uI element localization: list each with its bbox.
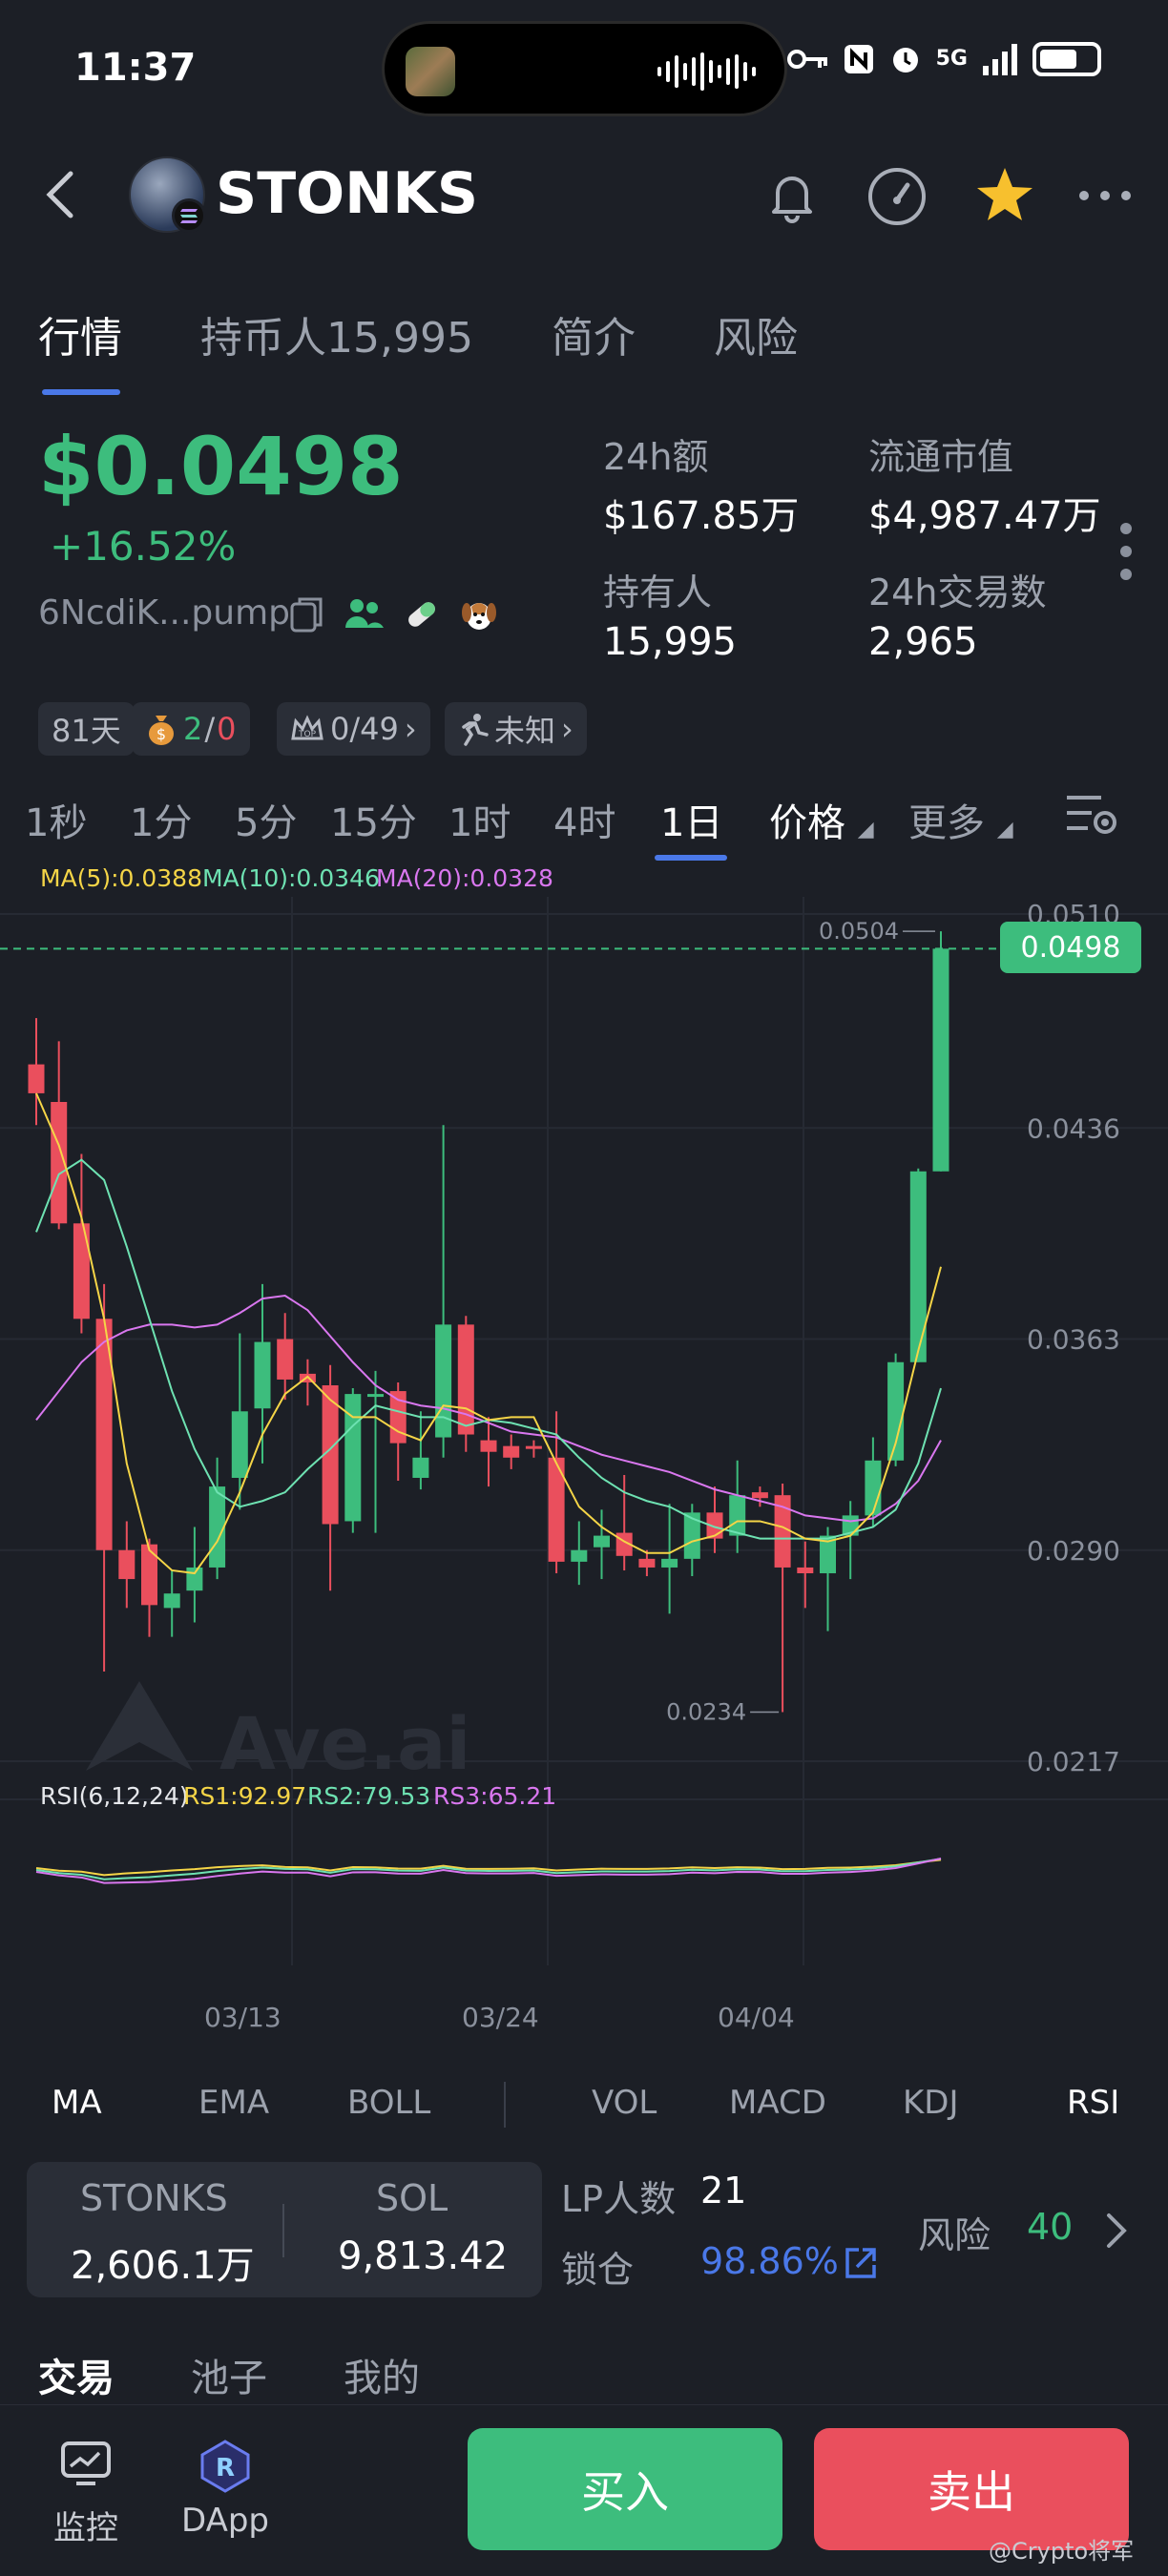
candle-body bbox=[277, 1339, 294, 1380]
monitor-icon bbox=[61, 2441, 111, 2485]
candle-body bbox=[571, 1549, 588, 1562]
candle-body bbox=[118, 1549, 136, 1580]
candle-body bbox=[457, 1324, 474, 1435]
candle-body bbox=[932, 948, 949, 1172]
risk-label: 风险 bbox=[918, 2214, 991, 2256]
candle-body bbox=[141, 1544, 157, 1606]
ma20-line bbox=[35, 1295, 942, 1523]
candle-body bbox=[797, 1567, 814, 1574]
candle-body bbox=[367, 1394, 384, 1398]
lp-count-label: LP人数 bbox=[561, 2178, 677, 2220]
candle-body bbox=[638, 1558, 656, 1568]
nav-monitor[interactable]: 监控 bbox=[29, 2440, 143, 2548]
indicator-bar: MA EMA BOLL VOL MACD KDJ RSI bbox=[0, 2076, 1168, 2133]
candle-body bbox=[163, 1593, 180, 1609]
nav-monitor-label: 监控 bbox=[53, 2509, 118, 2547]
rsi-legend-label: RSI(6,12,24) bbox=[40, 1782, 189, 1810]
indicator-rsi[interactable]: RSI bbox=[1067, 2084, 1119, 2122]
indicator-ma[interactable]: MA bbox=[52, 2084, 102, 2122]
y-tick-4: 0.0217 bbox=[1027, 1746, 1120, 1777]
liq-token-a-amount: 2,606.1万 bbox=[71, 2244, 255, 2288]
rsi-panel bbox=[35, 1857, 942, 1884]
nav-dapp-label: DApp bbox=[180, 2502, 269, 2540]
candle-body bbox=[412, 1457, 429, 1478]
indicator-macd[interactable]: MACD bbox=[729, 2084, 826, 2122]
liq-token-b-amount: 9,813.42 bbox=[338, 2234, 509, 2278]
lp-count-value: 21 bbox=[700, 2170, 747, 2212]
candle-body bbox=[729, 1495, 746, 1536]
candle-body bbox=[254, 1341, 271, 1409]
high-price-label: 0.0504 bbox=[819, 918, 899, 945]
y-tick-1: 0.0436 bbox=[1027, 1112, 1120, 1144]
candle-body bbox=[751, 1492, 768, 1499]
candle-body bbox=[503, 1445, 520, 1458]
candle-body bbox=[865, 1460, 882, 1516]
ma5-line bbox=[35, 1092, 942, 1575]
dapp-icon: R bbox=[200, 2440, 250, 2493]
indicator-divider bbox=[504, 2082, 506, 2128]
indicator-boll[interactable]: BOLL bbox=[347, 2084, 430, 2122]
rsi3-legend: RS3:65.21 bbox=[433, 1782, 557, 1810]
candles bbox=[28, 931, 949, 1713]
indicator-ema[interactable]: EMA bbox=[198, 2084, 269, 2122]
liq-token-a-name: STONKS bbox=[80, 2177, 228, 2219]
bottom-tab-trades[interactable]: 交易 bbox=[38, 2347, 115, 2402]
liq-divider bbox=[282, 2204, 284, 2257]
candlestick-chart[interactable]: 0.05100.04360.03630.02900.0217 Ave.ai 0.… bbox=[0, 0, 1168, 2061]
indicator-vol[interactable]: VOL bbox=[592, 2084, 657, 2122]
lock-label: 锁仓 bbox=[561, 2249, 635, 2291]
current-price-tag: 0.0498 bbox=[1000, 922, 1141, 973]
low-price-label: 0.0234 bbox=[666, 1698, 746, 1725]
external-link-icon[interactable] bbox=[842, 2244, 880, 2282]
y-tick-2: 0.0363 bbox=[1027, 1324, 1120, 1356]
y-tick-3: 0.0290 bbox=[1027, 1535, 1120, 1567]
bottom-tab-mine[interactable]: 我的 bbox=[344, 2347, 420, 2402]
lock-value[interactable]: 98.86% bbox=[700, 2240, 839, 2282]
candle-body bbox=[231, 1411, 248, 1478]
liq-token-b-name: SOL bbox=[376, 2177, 448, 2219]
candle-body bbox=[186, 1567, 203, 1591]
x-tick-2: 04/04 bbox=[718, 2002, 795, 2033]
svg-text:R: R bbox=[216, 2454, 235, 2483]
candle-body bbox=[480, 1440, 497, 1452]
liquidity-card: STONKS 2,606.1万 SOL 9,813.42 bbox=[27, 2162, 542, 2297]
rsi1-legend: RS1:92.97 bbox=[183, 1782, 307, 1810]
candle-body bbox=[525, 1445, 542, 1449]
watermark-text: Ave.ai bbox=[219, 1701, 470, 1786]
watermark-logo-icon bbox=[86, 1681, 193, 1771]
indicator-kdj[interactable]: KDJ bbox=[903, 2084, 959, 2122]
bottom-tab-pools[interactable]: 池子 bbox=[191, 2347, 267, 2402]
candle-body bbox=[594, 1535, 610, 1548]
risk-score[interactable]: 40 bbox=[1027, 2206, 1073, 2248]
x-tick-1: 03/24 bbox=[462, 2002, 539, 2033]
rsi2-legend: RS2:79.53 bbox=[307, 1782, 431, 1810]
x-tick-0: 03/13 bbox=[204, 2002, 282, 2033]
candle-body bbox=[28, 1064, 45, 1093]
credit-text: @Crypto将军 bbox=[989, 2538, 1135, 2565]
candle-body bbox=[435, 1324, 452, 1438]
candle-body bbox=[909, 1171, 927, 1362]
nav-dapp[interactable]: R DApp bbox=[168, 2440, 282, 2540]
candle-body bbox=[661, 1558, 678, 1568]
buy-button[interactable]: 买入 bbox=[468, 2428, 782, 2550]
candle-body bbox=[73, 1223, 90, 1319]
chevron-right-icon[interactable] bbox=[1101, 2210, 1130, 2252]
ma-lines bbox=[35, 1092, 942, 1575]
